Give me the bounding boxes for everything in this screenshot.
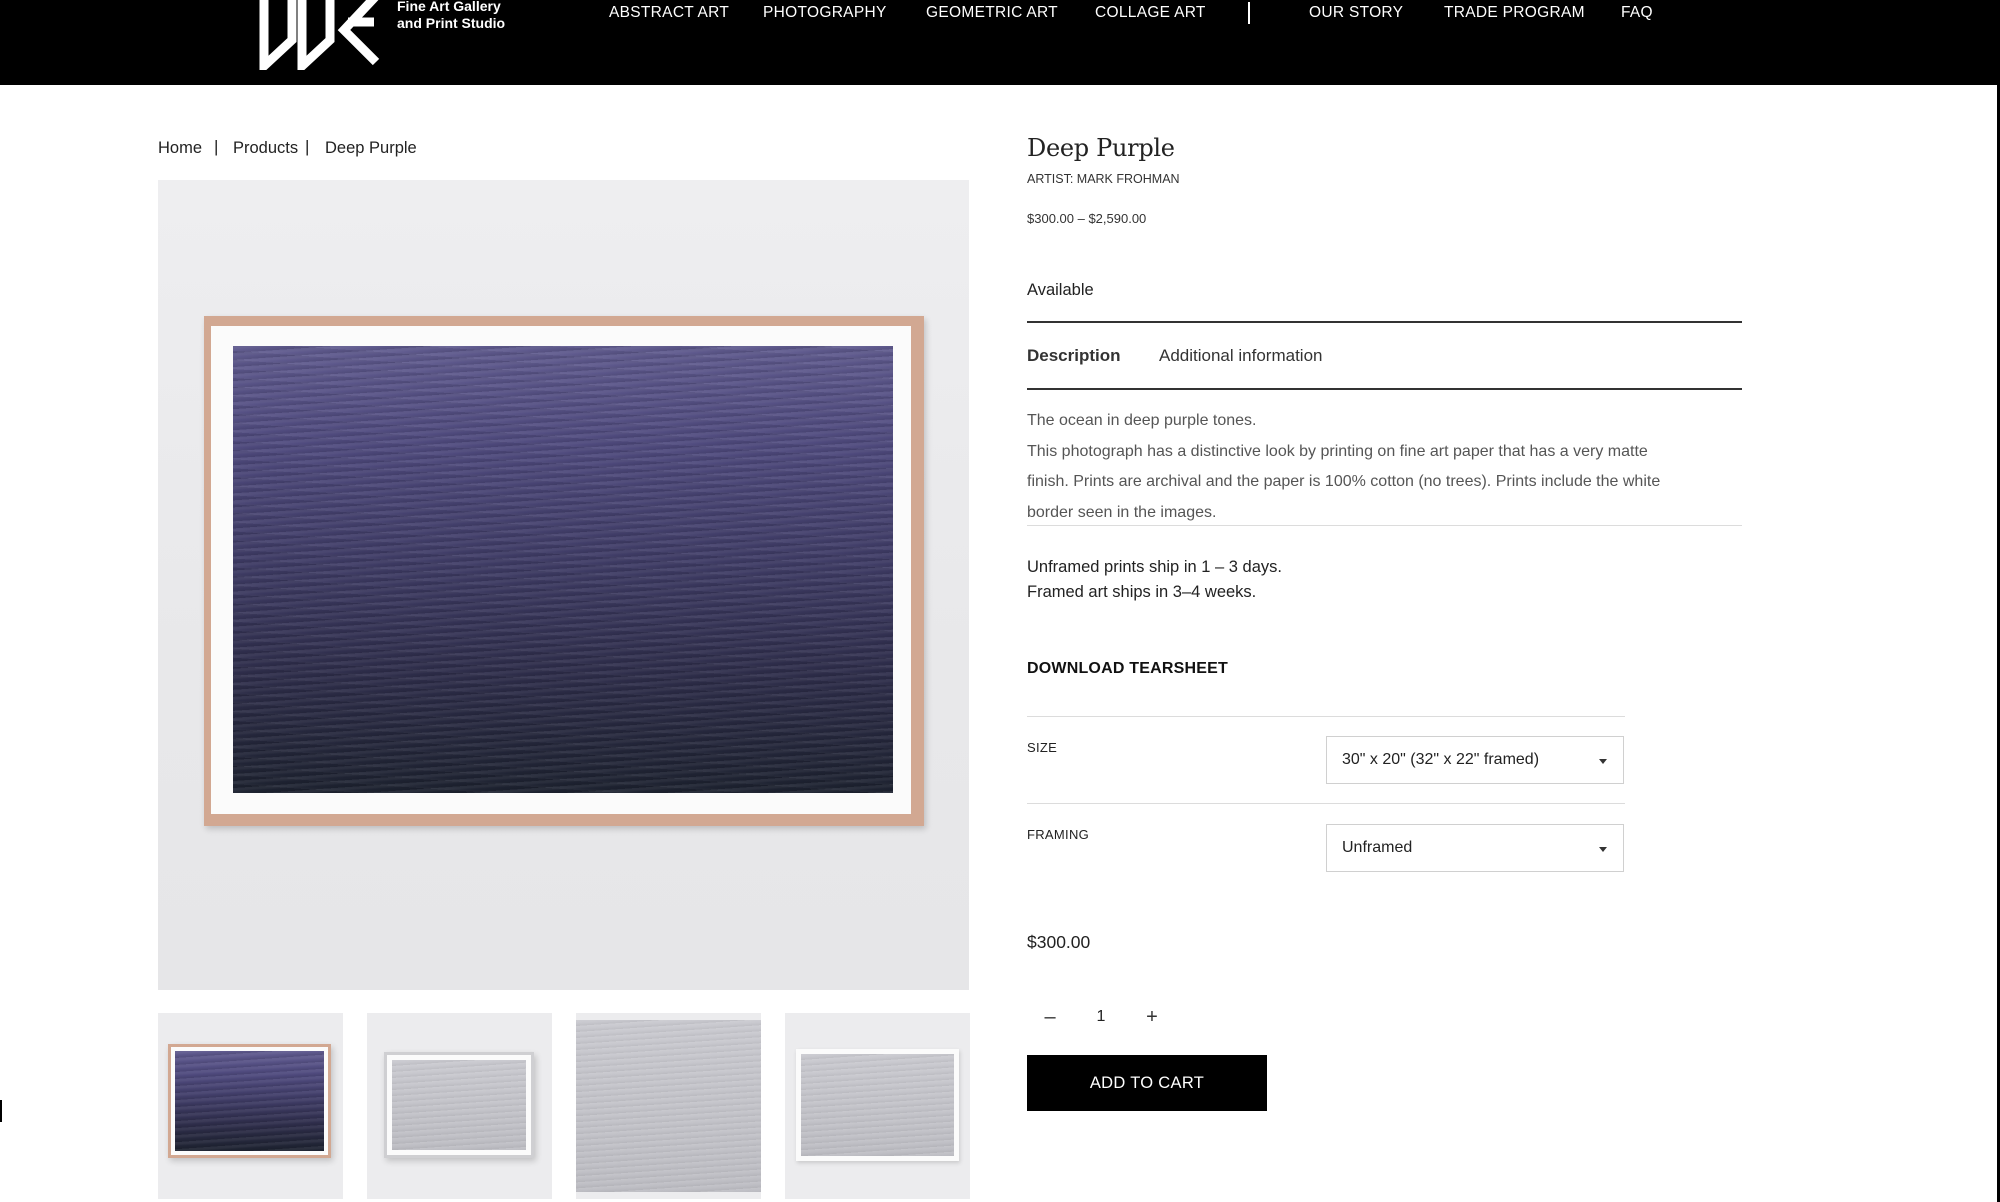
nav-photography[interactable]: PHOTOGRAPHY bbox=[763, 4, 887, 22]
nav-abstract-art[interactable]: ABSTRACT ART bbox=[609, 4, 729, 22]
thumbnail-photo bbox=[576, 1020, 761, 1192]
description-divider bbox=[1027, 525, 1742, 526]
wood-frame bbox=[204, 316, 924, 826]
size-label: SIZE bbox=[1027, 740, 1058, 755]
availability-status: Available bbox=[1027, 281, 1094, 299]
brand-logo-icon[interactable] bbox=[258, 0, 384, 70]
breadcrumb-products[interactable]: Products bbox=[233, 139, 298, 158]
description-line: The ocean in deep purple tones. bbox=[1027, 412, 1257, 429]
tab-description[interactable]: Description bbox=[1027, 346, 1121, 366]
nav-trade-program[interactable]: TRADE PROGRAM bbox=[1444, 4, 1585, 22]
thumbnail-photo bbox=[175, 1051, 324, 1151]
brand-tagline-line1: Fine Art Gallery bbox=[397, 0, 501, 14]
thumbnail-frame bbox=[168, 1044, 331, 1158]
thumbnail-photo bbox=[392, 1060, 526, 1150]
product-artist: ARTIST: MARK FROHMAN bbox=[1027, 172, 1180, 186]
product-title: Deep Purple bbox=[1027, 134, 1175, 162]
thumbnail-mat bbox=[387, 1055, 531, 1155]
quantity-increase-button[interactable]: + bbox=[1140, 1006, 1164, 1029]
breadcrumb-separator: | bbox=[214, 137, 219, 156]
thumbnail-4[interactable] bbox=[785, 1013, 970, 1199]
size-select[interactable]: 30" x 20" (32" x 22" framed) bbox=[1326, 736, 1624, 784]
size-selected-value: 30" x 20" (32" x 22" framed) bbox=[1342, 751, 1540, 768]
thumbnail-2[interactable] bbox=[367, 1013, 552, 1199]
breadcrumb-home[interactable]: Home bbox=[158, 139, 202, 158]
nav-geometric-art[interactable]: GEOMETRIC ART bbox=[926, 4, 1058, 22]
thumbnail-mat bbox=[171, 1047, 328, 1155]
quantity-input[interactable]: 1 bbox=[1086, 1008, 1116, 1026]
quantity-decrease-button[interactable]: – bbox=[1038, 1006, 1062, 1029]
site-header: Fine Art Gallery and Print Studio ABSTRA… bbox=[0, 0, 2000, 85]
thumbnail-frame bbox=[384, 1052, 534, 1158]
ocean-photo bbox=[233, 346, 893, 793]
options-divider bbox=[1027, 716, 1625, 717]
framing-label: FRAMING bbox=[1027, 827, 1090, 842]
thumbnail-photo bbox=[801, 1054, 954, 1156]
options-divider bbox=[1027, 803, 1625, 804]
shipping-unframed: Unframed prints ship in 1 – 3 days. bbox=[1027, 558, 1282, 576]
breadcrumb-current: Deep Purple bbox=[325, 139, 417, 157]
white-mat bbox=[211, 326, 911, 814]
tabs-top-rule bbox=[1027, 321, 1742, 323]
chevron-down-icon bbox=[1599, 759, 1607, 764]
price-range: $300.00 – $2,590.00 bbox=[1027, 211, 1147, 226]
add-to-cart-button[interactable]: ADD TO CART bbox=[1027, 1055, 1267, 1111]
brand-tagline-line2: and Print Studio bbox=[397, 15, 506, 31]
description-line: finish. Prints are archival and the pape… bbox=[1027, 473, 1661, 490]
main-product-image[interactable] bbox=[158, 180, 969, 990]
thumbnail-3[interactable] bbox=[576, 1013, 761, 1199]
tabs-bottom-rule bbox=[1027, 388, 1742, 390]
nav-divider bbox=[1248, 2, 1250, 24]
framing-selected-value: Unframed bbox=[1342, 839, 1413, 856]
nav-collage-art[interactable]: COLLAGE ART bbox=[1095, 4, 1206, 22]
breadcrumb-separator: | bbox=[305, 137, 310, 156]
framing-select[interactable]: Unframed bbox=[1326, 824, 1624, 872]
download-tearsheet-link[interactable]: DOWNLOAD TEARSHEET bbox=[1027, 660, 1228, 678]
selected-price: $300.00 bbox=[1027, 932, 1091, 952]
nav-faq[interactable]: FAQ bbox=[1621, 4, 1653, 22]
description-line: border seen in the images. bbox=[1027, 503, 1217, 521]
thumbnail-mat bbox=[796, 1049, 959, 1161]
description-line: This photograph has a distinctive look b… bbox=[1027, 442, 1648, 460]
brand-tagline: Fine Art Gallery and Print Studio bbox=[397, 0, 505, 32]
chevron-down-icon bbox=[1599, 847, 1607, 852]
nav-our-story[interactable]: OUR STORY bbox=[1309, 4, 1403, 22]
thumbnail-1[interactable] bbox=[158, 1013, 343, 1199]
product-description: The ocean in deep purple tones. This pho… bbox=[1027, 406, 1727, 528]
shipping-framed: Framed art ships in 3–4 weeks. bbox=[1027, 583, 1257, 601]
tab-additional-information[interactable]: Additional information bbox=[1159, 346, 1322, 366]
window-edge-marker bbox=[0, 1100, 2, 1122]
